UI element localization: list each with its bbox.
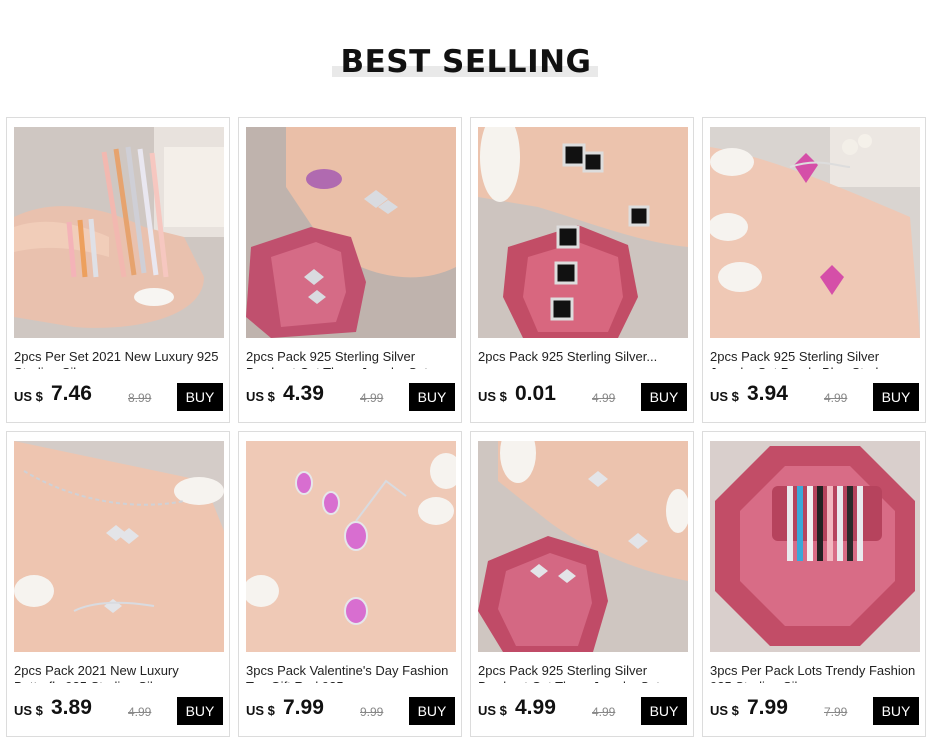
original-price: 7.99	[824, 705, 848, 719]
product-card[interactable]: 2pcs Pack 925 Sterling Silver Jewelry Se…	[702, 117, 926, 423]
original-price: 4.99	[128, 705, 152, 719]
product-card[interactable]: 2pcs Pack 925 Sterling Silver Bowknot Cu…	[238, 117, 462, 423]
product-price: 7.46	[51, 382, 92, 405]
product-title[interactable]: 2pcs Pack 925 Sterling Silver Jewelry Se…	[710, 349, 920, 369]
product-price: 7.99	[283, 696, 324, 719]
product-image[interactable]	[478, 127, 688, 338]
original-price: 4.99	[592, 705, 616, 719]
product-card[interactable]: 2pcs Pack 2021 New Luxury Butterfly 925 …	[6, 431, 230, 737]
currency-label: US $	[478, 389, 507, 404]
product-image[interactable]	[246, 441, 456, 652]
product-title[interactable]: 2pcs Pack 2021 New Luxury Butterfly 925 …	[14, 663, 224, 683]
product-title[interactable]: 2pcs Pack 925 Sterling Silver Bowknot Cu…	[246, 349, 456, 369]
product-price: 4.99	[515, 696, 556, 719]
currency-label: US $	[14, 703, 43, 718]
currency-label: US $	[246, 389, 275, 404]
product-card[interactable]: 3pcs Per Pack Lots Trendy Fashion 925 St…	[702, 431, 926, 737]
product-title[interactable]: 2pcs Per Set 2021 New Luxury 925 Sterlin…	[14, 349, 224, 369]
product-card[interactable]: 2pcs Per Set 2021 New Luxury 925 Sterlin…	[6, 117, 230, 423]
buy-button[interactable]: BUY	[409, 697, 455, 725]
currency-label: US $	[710, 389, 739, 404]
buy-button[interactable]: BUY	[177, 697, 223, 725]
product-image[interactable]	[14, 441, 224, 652]
product-image[interactable]	[246, 127, 456, 338]
product-price: 3.89	[51, 696, 92, 719]
product-price: 0.01	[515, 382, 556, 405]
price-row: US $ 4.99 4.99 BUY	[478, 696, 690, 726]
product-image[interactable]	[478, 441, 688, 652]
buy-button[interactable]: BUY	[409, 383, 455, 411]
product-image[interactable]	[710, 127, 920, 338]
price-row: US $ 7.46 8.99 BUY	[14, 382, 226, 412]
original-price: 4.99	[592, 391, 616, 405]
buy-button[interactable]: BUY	[873, 383, 919, 411]
original-price: 4.99	[360, 391, 384, 405]
currency-label: US $	[14, 389, 43, 404]
price-row: US $ 4.39 4.99 BUY	[246, 382, 458, 412]
buy-button[interactable]: BUY	[641, 697, 687, 725]
price-row: US $ 3.89 4.99 BUY	[14, 696, 226, 726]
currency-label: US $	[478, 703, 507, 718]
buy-button[interactable]: BUY	[873, 697, 919, 725]
product-price: 7.99	[747, 696, 788, 719]
product-card[interactable]: 2pcs Pack 925 Sterling Silver... US $ 0.…	[470, 117, 694, 423]
buy-button[interactable]: BUY	[641, 383, 687, 411]
currency-label: US $	[710, 703, 739, 718]
original-price: 9.99	[360, 705, 384, 719]
product-title[interactable]: 2pcs Pack 925 Sterling Silver Bowknot Cu…	[478, 663, 688, 683]
product-card[interactable]: 2pcs Pack 925 Sterling Silver Bowknot Cu…	[470, 431, 694, 737]
section-header: BEST SELLING	[0, 0, 932, 110]
product-card[interactable]: 3pcs Pack Valentine's Day Fashion Top Gi…	[238, 431, 462, 737]
product-image[interactable]	[710, 441, 920, 652]
product-title[interactable]: 3pcs Per Pack Lots Trendy Fashion 925 St…	[710, 663, 920, 683]
price-row: US $ 0.01 4.99 BUY	[478, 382, 690, 412]
product-title[interactable]: 3pcs Pack Valentine's Day Fashion Top Gi…	[246, 663, 456, 683]
price-row: US $ 3.94 4.99 BUY	[710, 382, 922, 412]
product-image[interactable]	[14, 127, 224, 338]
original-price: 8.99	[128, 391, 152, 405]
currency-label: US $	[246, 703, 275, 718]
section-heading: BEST SELLING	[340, 44, 592, 80]
product-title[interactable]: 2pcs Pack 925 Sterling Silver...	[478, 349, 688, 369]
original-price: 4.99	[824, 391, 848, 405]
price-row: US $ 7.99 9.99 BUY	[246, 696, 458, 726]
product-price: 3.94	[747, 382, 788, 405]
product-price: 4.39	[283, 382, 324, 405]
buy-button[interactable]: BUY	[177, 383, 223, 411]
price-row: US $ 7.99 7.99 BUY	[710, 696, 922, 726]
